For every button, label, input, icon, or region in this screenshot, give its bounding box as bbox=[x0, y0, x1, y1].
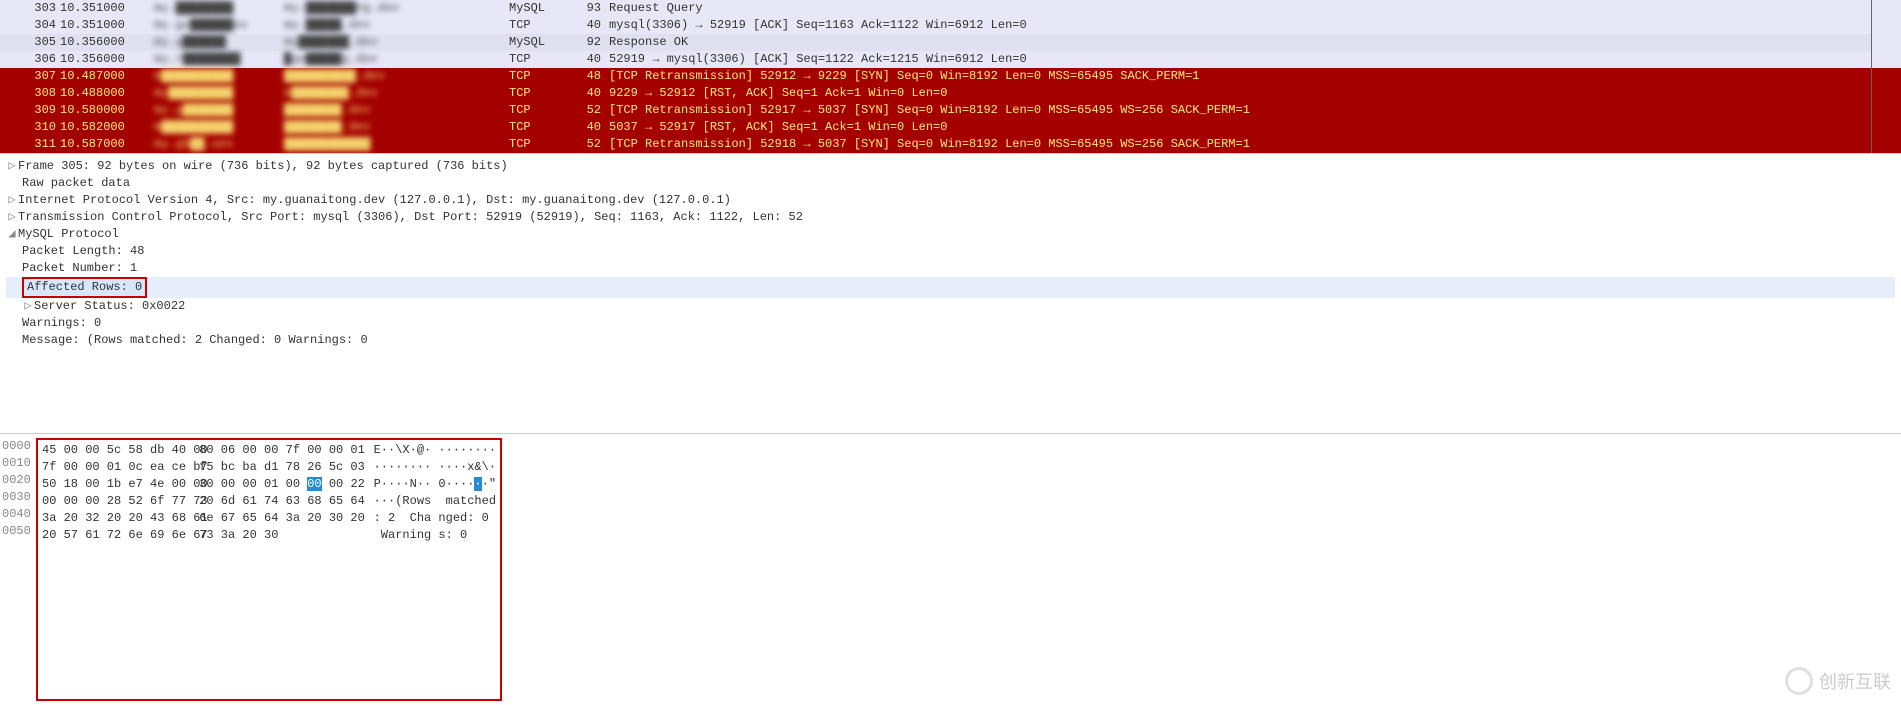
tree-warnings[interactable]: Warnings: 0 bbox=[6, 315, 1895, 332]
packet-details-tree[interactable]: ▷Frame 305: 92 bytes on wire (736 bits),… bbox=[0, 154, 1901, 434]
hex-bytes[interactable]: 45 00 00 5c 58 db 40 00 80 06 00 00 7f 0… bbox=[36, 438, 502, 701]
tree-packet-number[interactable]: Packet Number: 1 bbox=[6, 260, 1895, 277]
packet-row[interactable]: 30310.351000my.████████my.███████ng.devM… bbox=[0, 0, 1871, 17]
packet-row[interactable]: 31010.582000m██████████████████.devTCP40… bbox=[0, 119, 1871, 136]
tree-tcp[interactable]: ▷Transmission Control Protocol, Src Port… bbox=[6, 209, 1895, 226]
tree-frame[interactable]: ▷Frame 305: 92 bytes on wire (736 bits),… bbox=[6, 158, 1895, 175]
packet-row[interactable]: 30410.351000my.gu██████evmy.█████.devTCP… bbox=[0, 17, 1871, 34]
tree-affected-rows[interactable]: Affected Rows: 0 bbox=[6, 277, 1895, 298]
expand-icon[interactable]: ▷ bbox=[6, 192, 18, 209]
expand-icon[interactable]: ▷ bbox=[6, 209, 18, 226]
packet-row[interactable]: 30610.356000my.г█████████gu█████g.devTCP… bbox=[0, 51, 1871, 68]
expand-icon[interactable]: ▷ bbox=[22, 298, 34, 315]
tree-ip[interactable]: ▷Internet Protocol Version 4, Src: my.gu… bbox=[6, 192, 1895, 209]
highlight-affected-rows: Affected Rows: 0 bbox=[22, 277, 147, 298]
packet-row[interactable]: 31110.587000my.gb██.uev████████████TCP52… bbox=[0, 136, 1871, 153]
watermark-text: 创新互联 bbox=[1819, 668, 1891, 694]
packet-table[interactable]: 30310.351000my.████████my.███████ng.devM… bbox=[0, 0, 1871, 153]
packet-list: 30310.351000my.████████my.███████ng.devM… bbox=[0, 0, 1901, 154]
tree-packet-length[interactable]: Packet Length: 48 bbox=[6, 243, 1895, 260]
packet-row[interactable]: 30510.356000my.g██████my███████.devMySQL… bbox=[0, 34, 1871, 51]
expand-icon[interactable]: ▷ bbox=[6, 158, 18, 175]
packet-row[interactable]: 30710.487000m████████████████████.devTCP… bbox=[0, 68, 1871, 85]
packet-row[interactable]: 30910.580000my.g███████████████.devTCP52… bbox=[0, 102, 1871, 119]
minimap[interactable] bbox=[1871, 0, 1901, 153]
watermark: 创新互联 bbox=[1785, 667, 1891, 695]
hex-offsets: 000000100020003000400050 bbox=[2, 438, 36, 701]
tree-message[interactable]: Message: (Rows matched: 2 Changed: 0 War… bbox=[6, 332, 1895, 349]
hex-pane[interactable]: 000000100020003000400050 45 00 00 5c 58 … bbox=[0, 434, 1901, 705]
packet-row[interactable]: 30810.488000my█████████m████████.devTCP4… bbox=[0, 85, 1871, 102]
tree-raw[interactable]: Raw packet data bbox=[6, 175, 1895, 192]
tree-mysql[interactable]: ◢MySQL Protocol bbox=[6, 226, 1895, 243]
watermark-logo-icon bbox=[1785, 667, 1813, 695]
collapse-icon[interactable]: ◢ bbox=[6, 226, 18, 243]
tree-server-status[interactable]: ▷Server Status: 0x0022 bbox=[6, 298, 1895, 315]
